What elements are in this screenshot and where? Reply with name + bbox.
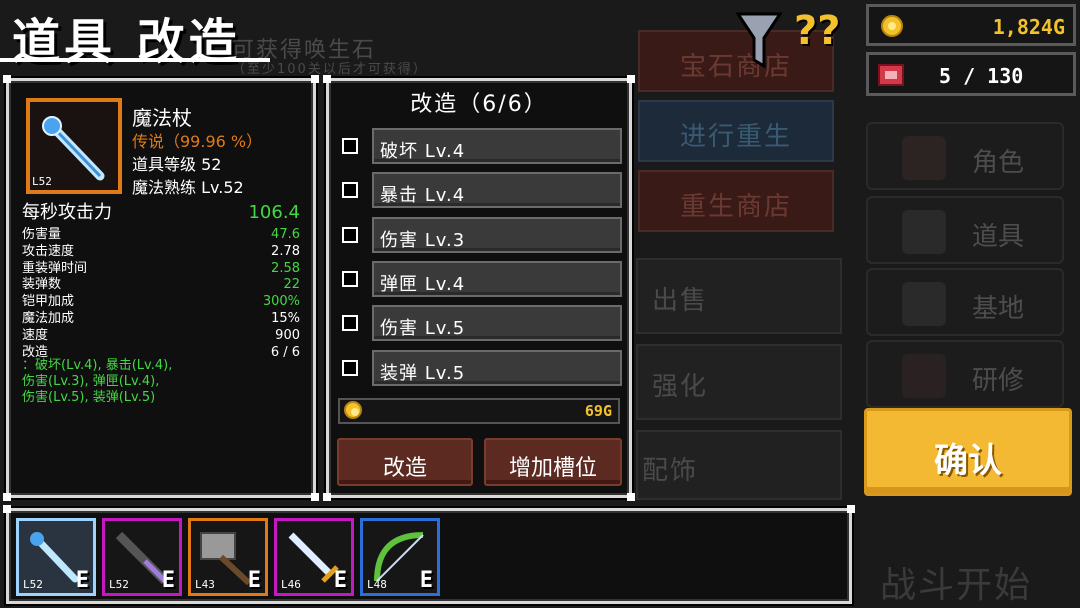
gold-amount: 1,824G	[992, 15, 1065, 39]
mastery-row: 魔法熟练 Lv.52	[132, 178, 244, 197]
stat-label: 铠甲加成	[22, 294, 75, 310]
side-menu-base[interactable]: 基地	[866, 268, 1064, 336]
bg-rebirth-shop: 重生商店	[638, 170, 834, 232]
mod-checkbox[interactable]	[342, 226, 358, 243]
inventory-slot-level: L52	[23, 578, 43, 591]
mod-checkbox[interactable]	[342, 138, 358, 154]
character-icon	[902, 136, 946, 180]
side-menu-training[interactable]: 研修	[866, 340, 1064, 408]
stat-label: 攻击速度	[22, 243, 75, 259]
mod-label: 伤害 Lv.5	[380, 318, 466, 340]
inventory-slot[interactable]: L52 E	[16, 518, 96, 596]
base-icon	[902, 282, 946, 326]
item-name: 魔法杖	[132, 106, 192, 130]
stat-value: 900	[275, 327, 300, 343]
mod-label: 伤害 Lv.3	[380, 229, 466, 251]
stat-value: 47.6	[271, 227, 300, 242]
side-menu-items[interactable]: 道具	[866, 196, 1064, 264]
ticket-amount: 5 / 130	[939, 64, 1024, 88]
inventory-slot[interactable]: L43 E	[188, 518, 268, 596]
inventory-slot[interactable]: L46 E	[274, 518, 354, 596]
stat-label: 魔法加成	[22, 311, 75, 326]
mod-checkbox[interactable]	[342, 182, 358, 199]
mod-label: 破坏 Lv.4	[380, 141, 466, 162]
mod-checkbox[interactable]	[342, 359, 358, 376]
equipped-badge: E	[161, 568, 175, 593]
gold-coin-icon	[881, 15, 903, 37]
inventory-slot-level: L43	[195, 578, 215, 591]
stat-value: 300%	[262, 294, 300, 310]
gold-counter: 1,824G	[866, 4, 1076, 46]
inventory-slot-level: L52	[109, 578, 129, 591]
stat-value: 6 / 6	[270, 344, 300, 360]
item-level-row: 道具等级 52	[132, 155, 222, 174]
stat-value: 2.78	[271, 243, 300, 259]
stat-value: 15%	[271, 311, 300, 326]
mod-label: 暴击 Lv.4	[380, 185, 466, 207]
mod-row[interactable]: 装弹 Lv.5	[372, 349, 622, 386]
ticket-icon	[878, 64, 904, 86]
help-icon[interactable]: ??	[794, 8, 840, 54]
cost-bar: 69G	[338, 398, 620, 424]
title-underline	[0, 58, 270, 62]
bg-battle-start: 战斗开始	[880, 565, 1033, 606]
inventory-slot-level: L48	[367, 578, 387, 591]
side-menu-character[interactable]: 角色	[866, 122, 1064, 190]
inventory-slot-level: L46	[281, 578, 301, 591]
confirm-button[interactable]: 确认	[864, 408, 1072, 496]
mod-label: 装弹 Lv.5	[380, 362, 466, 384]
mod-checkbox[interactable]	[342, 315, 358, 332]
confirm-label: 确认	[934, 441, 1002, 481]
stat-label: 装弹数	[22, 277, 62, 293]
bg-accessory: 配饰	[636, 430, 842, 500]
mod-row[interactable]: 伤害 Lv.5	[372, 305, 622, 342]
mod-row[interactable]: 暴击 Lv.4	[372, 172, 622, 209]
equipped-badge: E	[75, 568, 89, 593]
gold-coin-icon	[344, 401, 362, 419]
inventory-slot[interactable]: L52 E	[102, 518, 182, 596]
mod-summary: ：破坏(Lv.4), 暴击(Lv.4), 伤害(Lv.3), 弹匣(Lv.4),…	[22, 358, 173, 405]
stat-label: 伤害量	[22, 227, 62, 242]
mod-label: 弹匣 Lv.4	[380, 273, 466, 295]
mod-checkbox[interactable]	[342, 270, 358, 287]
inventory-slot[interactable]: L48 E	[360, 518, 440, 596]
filter-icon[interactable]	[736, 12, 782, 72]
equipped-badge: E	[247, 568, 261, 593]
item-slot-level: L52	[32, 175, 52, 188]
equipped-badge: E	[333, 568, 347, 593]
modify-button[interactable]: 改造	[337, 438, 473, 486]
bg-enhance: 强化	[636, 344, 842, 420]
dps-row: 每秒攻击力 106.4	[22, 202, 300, 223]
bg-sell: 出售	[636, 258, 842, 334]
item-rarity: 传说（99.96 %）	[132, 132, 263, 151]
shield-icon	[902, 210, 946, 254]
stat-label: 速度	[22, 327, 49, 343]
stat-value: 22	[283, 277, 300, 293]
modify-title: 改造（6/6）	[410, 92, 548, 117]
modify-cost: 69G	[584, 402, 612, 420]
mod-row[interactable]: 破坏 Lv.4	[372, 128, 622, 164]
stat-value: 2.58	[271, 260, 300, 276]
potion-icon	[902, 354, 946, 398]
bg-rebirth: 进行重生	[638, 100, 834, 162]
add-slot-button[interactable]: 增加槽位	[484, 438, 622, 486]
equipped-badge: E	[419, 568, 433, 593]
stat-label: 重装弹时间	[22, 260, 88, 276]
mod-row[interactable]: 伤害 Lv.3	[372, 216, 622, 253]
item-slot: L52	[26, 98, 122, 194]
mod-row[interactable]: 弹匣 Lv.4	[372, 260, 622, 297]
ticket-counter: 5 / 130	[866, 52, 1076, 96]
